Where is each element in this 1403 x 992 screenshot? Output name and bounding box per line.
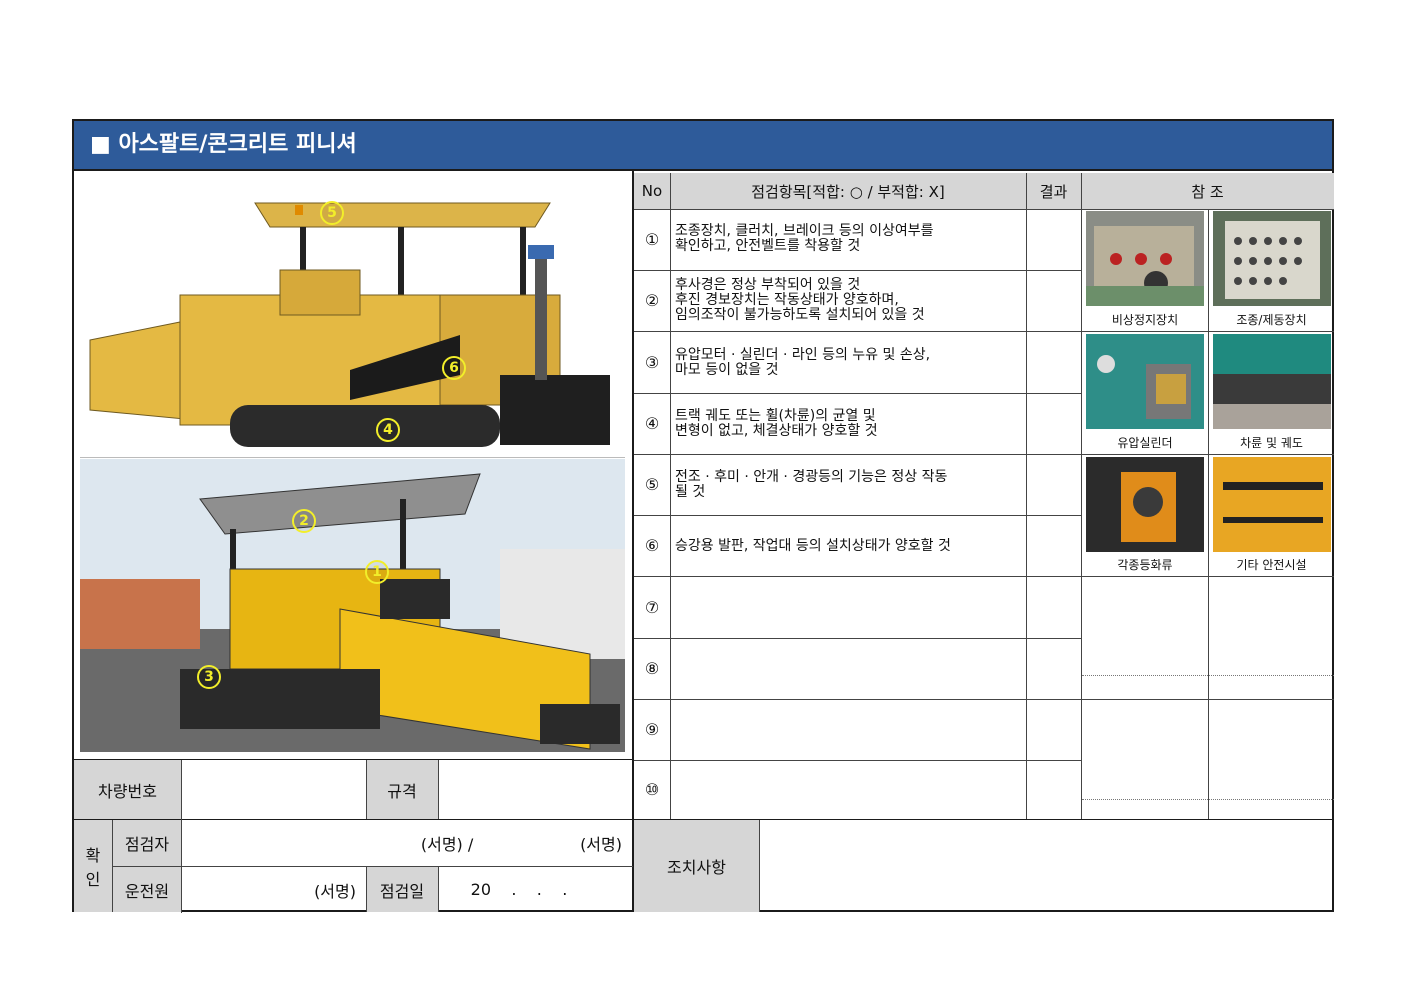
item-no: ⑦ xyxy=(644,597,660,617)
vehicle-no-label: 차량번호 xyxy=(98,781,157,801)
header-reference: 참 조 xyxy=(1191,182,1224,201)
ref-photo-control-brake xyxy=(1213,211,1331,306)
header-item: 점검항목[적합: ○ / 부적합: X] xyxy=(751,182,945,201)
header-result: 결과 xyxy=(1039,182,1068,201)
item-no: ⑧ xyxy=(644,659,660,678)
cat-paver-illustration xyxy=(80,175,625,457)
checklist-frame: ■ 아스팔트/콘크리트 피니셔 5 6 4 2 1 3 No 점검항목[적합: … xyxy=(72,119,1334,913)
date-value[interactable]: 20 . . . xyxy=(439,867,599,912)
ref-caption: 비상정지장치 xyxy=(1111,313,1179,327)
marker-4: 4 xyxy=(376,418,400,442)
action-label: 조치사항 xyxy=(667,858,726,877)
ref-caption: 각종등화류 xyxy=(1117,558,1173,572)
marker-3: 3 xyxy=(197,665,221,689)
ref-photo-other-safety xyxy=(1213,457,1331,552)
item-text: 후사경은 정상 부착되어 있을 것 후진 경보장치는 작동상태가 양호하며, 임… xyxy=(675,277,925,323)
header-no: No xyxy=(641,182,663,200)
inspector-sign[interactable]: (서명) / (서명) xyxy=(182,820,622,866)
item-text: 전조 · 후미 · 안개 · 경광등의 기능은 정상 작동 될 것 xyxy=(675,469,948,500)
item-no: ⑤ xyxy=(644,475,660,494)
confirm-label: 확 인 xyxy=(85,846,101,889)
marker-1: 1 xyxy=(365,560,389,584)
driver-sign[interactable]: (서명) xyxy=(182,867,356,912)
ref-caption: 조종/제동장치 xyxy=(1236,313,1307,327)
ref-caption: 유압실린더 xyxy=(1117,436,1173,450)
marker-2: 2 xyxy=(292,509,316,533)
item-no: ③ xyxy=(644,352,660,372)
ref-photo-emergency-stop xyxy=(1086,211,1204,306)
item-no: ⑥ xyxy=(644,536,660,555)
photo-volvo-paver: 2 1 3 xyxy=(80,459,625,752)
action-field[interactable] xyxy=(760,820,1334,912)
inspector-label: 점검자 xyxy=(124,835,170,854)
ref-photo-wheel-track xyxy=(1213,334,1331,429)
photo-cat-paver: 5 6 4 xyxy=(80,175,625,457)
item-text: 트랙 궤도 또는 휠(차륜)의 균열 및 변형이 없고, 체결상태가 양호할 것 xyxy=(675,408,878,439)
marker-6: 6 xyxy=(442,356,466,380)
driver-label: 운전원 xyxy=(124,881,170,901)
ref-photo-hydraulic-cylinder xyxy=(1086,334,1204,429)
volvo-paver-illustration xyxy=(80,459,625,752)
item-text: 조종장치, 클러치, 브레이크 등의 이상여부를 확인하고, 안전벨트를 착용할… xyxy=(675,223,934,254)
item-no: ① xyxy=(644,230,660,249)
ref-caption: 차륜 및 궤도 xyxy=(1240,436,1303,450)
item-no: ② xyxy=(644,291,660,310)
item-no: ④ xyxy=(644,414,660,433)
marker-5: 5 xyxy=(320,201,344,225)
date-label: 점검일 xyxy=(379,881,425,901)
page-title: ■ 아스팔트/콘크리트 피니셔 xyxy=(74,121,1332,171)
item-no: ⑨ xyxy=(644,720,660,739)
item-no: ⑩ xyxy=(644,780,660,799)
spec-label: 규격 xyxy=(387,781,417,801)
ref-caption: 기타 안전시설 xyxy=(1236,558,1307,572)
item-text: 유압모터 · 실린더 · 라인 등의 누유 및 손상, 마모 등이 없을 것 xyxy=(675,347,931,378)
ref-photo-lights xyxy=(1086,457,1204,552)
item-text: 승강용 발판, 작업대 등의 설치상태가 양호할 것 xyxy=(675,538,951,554)
